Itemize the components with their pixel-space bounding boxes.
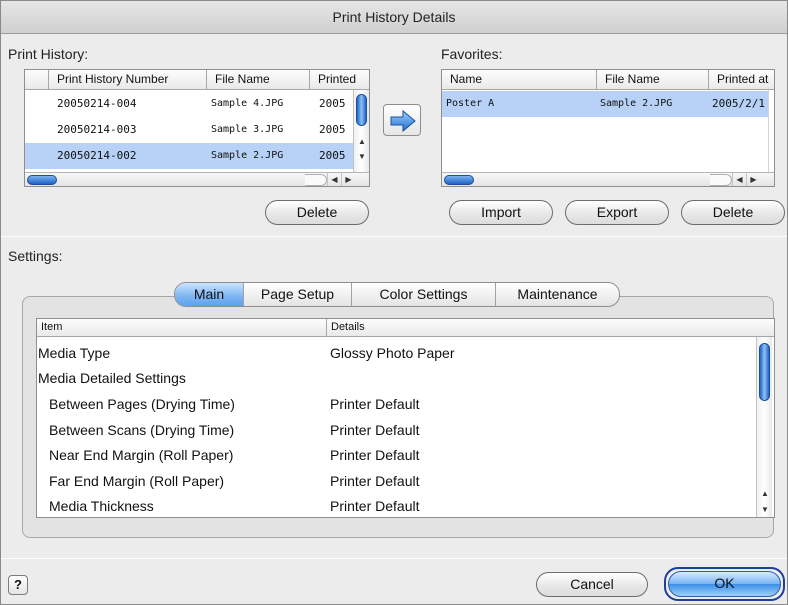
setting-item: Between Scans (Drying Time)	[49, 422, 235, 438]
cell-printed-at: 2005/2/1	[712, 97, 765, 110]
scroll-up-arrow[interactable]: ▲	[354, 135, 369, 148]
setting-details: Printer Default	[330, 422, 420, 438]
cell-printed: 2005	[319, 123, 346, 136]
scroll-right-arrow[interactable]: ▶	[746, 173, 760, 186]
right-arrow-icon	[390, 109, 416, 133]
column-name[interactable]: Name	[442, 70, 597, 89]
cell-printed: 2005	[319, 149, 346, 162]
vertical-scroll-thumb[interactable]	[759, 343, 770, 401]
settings-tabs: Main Page Setup Color Settings Maintenan…	[174, 282, 620, 307]
scroll-down-arrow[interactable]: ▼	[354, 150, 369, 163]
table-row-selected[interactable]: Poster A Sample 2.JPG 2005/2/1	[442, 91, 768, 117]
scroll-track-end	[710, 174, 732, 186]
column-printed[interactable]: Printed	[310, 70, 369, 89]
settings-header: Item Details	[37, 319, 774, 337]
setting-item: Between Pages (Drying Time)	[49, 396, 235, 412]
list-item[interactable]: Near End Margin (Roll Paper) Printer Def…	[38, 443, 419, 468]
print-history-vertical-scrollbar[interactable]: ▲ ▼	[353, 90, 369, 172]
cell-file: Sample 2.JPG	[600, 98, 673, 109]
import-button[interactable]: Import	[449, 200, 553, 225]
scroll-down-arrow[interactable]: ▼	[757, 503, 773, 516]
tab-color-settings[interactable]: Color Settings	[351, 283, 495, 306]
print-history-table[interactable]: Print History Number File Name Printed 2…	[24, 69, 370, 187]
scroll-right-arrow[interactable]: ▶	[341, 173, 355, 186]
add-to-favorites-button[interactable]	[383, 104, 421, 136]
favorites-vertical-scrollbar[interactable]	[768, 90, 774, 172]
settings-vertical-scrollbar[interactable]: ▲ ▼	[756, 337, 772, 517]
cell-file: Sample 2.JPG	[211, 150, 284, 161]
column-file-name[interactable]: File Name	[207, 70, 310, 89]
list-item[interactable]: Between Pages (Drying Time) Printer Defa…	[38, 392, 419, 417]
cell-printed: 2005	[319, 97, 346, 110]
favorites-header: Name File Name Printed at	[442, 70, 774, 90]
header-spacer	[25, 70, 49, 89]
favorites-horizontal-scrollbar[interactable]: ◀ ▶	[442, 172, 774, 186]
favorites-table[interactable]: Name File Name Printed at Poster A Sampl…	[441, 69, 775, 187]
cell-number: 20050214-002	[57, 149, 137, 162]
cell-number: 20050214-003	[57, 123, 137, 136]
list-item[interactable]: Media Type Glossy Photo Paper	[38, 341, 455, 366]
scroll-left-arrow[interactable]: ◀	[732, 173, 746, 186]
settings-label: Settings:	[8, 248, 63, 264]
vertical-scroll-thumb[interactable]	[356, 94, 367, 126]
print-history-label: Print History:	[8, 46, 89, 62]
table-row-selected[interactable]: 20050214-002 Sample 2.JPG 2005	[25, 143, 353, 169]
column-printed-at[interactable]: Printed at	[709, 70, 774, 89]
window-title: Print History Details	[1, 1, 787, 34]
scroll-up-arrow[interactable]: ▲	[757, 487, 773, 500]
list-item[interactable]: Between Scans (Drying Time) Printer Defa…	[38, 418, 419, 443]
cell-file: Sample 4.JPG	[211, 98, 284, 109]
horizontal-scroll-thumb[interactable]	[27, 175, 57, 185]
setting-item: Near End Margin (Roll Paper)	[49, 447, 234, 463]
favorites-delete-button[interactable]: Delete	[681, 200, 785, 225]
cell-number: 20050214-004	[57, 97, 137, 110]
list-item[interactable]: Far End Margin (Roll Paper) Printer Defa…	[38, 469, 419, 494]
setting-details: Printer Default	[330, 498, 420, 514]
scroll-left-arrow[interactable]: ◀	[327, 173, 341, 186]
table-row[interactable]: 20050214-004 Sample 4.JPG 2005	[25, 91, 353, 117]
settings-table[interactable]: Item Details Media Type Glossy Photo Pap…	[36, 318, 775, 518]
ok-button[interactable]: OK	[668, 571, 781, 597]
list-item[interactable]: Media Thickness Printer Default	[38, 494, 419, 517]
setting-item: Media Type	[38, 345, 111, 361]
print-history-delete-button[interactable]: Delete	[265, 200, 369, 225]
help-button[interactable]: ?	[8, 575, 28, 595]
export-button[interactable]: Export	[565, 200, 669, 225]
help-icon: ?	[14, 577, 22, 592]
column-print-history-number[interactable]: Print History Number	[49, 70, 207, 89]
setting-details: Printer Default	[330, 396, 420, 412]
setting-item: Media Detailed Settings	[38, 370, 186, 386]
setting-details: Printer Default	[330, 473, 420, 489]
footer-divider	[1, 558, 787, 559]
setting-item: Far End Margin (Roll Paper)	[49, 473, 225, 489]
cancel-button[interactable]: Cancel	[536, 572, 648, 597]
print-history-details-window: Print History Details Print History: Pri…	[0, 0, 788, 605]
print-history-horizontal-scrollbar[interactable]: ◀ ▶	[25, 172, 369, 186]
cell-name: Poster A	[446, 98, 495, 109]
horizontal-scroll-thumb[interactable]	[444, 175, 474, 185]
cell-file: Sample 3.JPG	[211, 124, 284, 135]
tab-maintenance[interactable]: Maintenance	[495, 283, 619, 306]
favorites-label: Favorites:	[441, 46, 503, 62]
tab-page-setup[interactable]: Page Setup	[243, 283, 351, 306]
setting-item: Media Thickness	[49, 498, 154, 514]
setting-details: Printer Default	[330, 447, 420, 463]
setting-details: Glossy Photo Paper	[330, 345, 455, 361]
print-history-header: Print History Number File Name Printed	[25, 70, 369, 90]
table-row[interactable]: 20050214-003 Sample 3.JPG 2005	[25, 117, 353, 143]
column-file-name[interactable]: File Name	[597, 70, 709, 89]
column-details[interactable]: Details	[327, 319, 774, 336]
scroll-track-end	[305, 174, 327, 186]
tab-main[interactable]: Main	[175, 283, 243, 306]
column-item[interactable]: Item	[37, 319, 327, 336]
section-divider	[1, 236, 787, 237]
list-item[interactable]: Media Detailed Settings	[38, 366, 186, 391]
